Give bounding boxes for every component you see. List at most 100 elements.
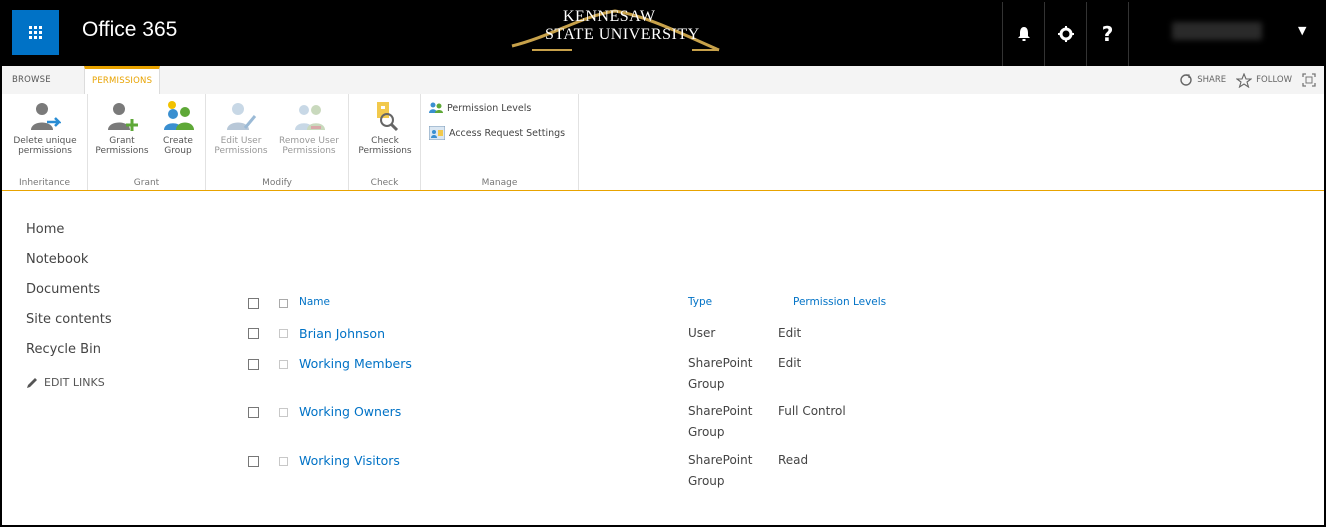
table-row: Brian Johnson User Edit — [248, 322, 948, 352]
permission-level: Edit — [778, 326, 802, 340]
row-checkbox[interactable] — [248, 359, 259, 370]
ribbon-group-inheritance: Delete unique permissions Inheritance — [2, 94, 88, 190]
permission-level: Edit — [778, 356, 802, 370]
table-row: Working Owners SharePoint Group Full Con… — [248, 400, 948, 448]
logo-line-1: KENNESAW — [563, 8, 656, 25]
ribbon-group-grant: Grant Permissions Create Group Grant — [88, 94, 206, 190]
edit-label-1: Edit User — [220, 136, 262, 146]
grant-label-2: Permissions — [95, 146, 149, 156]
pencil-icon — [27, 377, 37, 388]
nav-item-recycle-bin[interactable]: Recycle Bin — [26, 342, 112, 372]
access-request-label: Access Request Settings — [449, 127, 566, 139]
share-icon — [1180, 74, 1192, 86]
bell-icon — [1017, 27, 1030, 41]
delete-unique-label-2: permissions — [18, 146, 72, 156]
row-select-box[interactable] — [279, 408, 288, 417]
create-group-icon — [162, 100, 194, 134]
row-checkbox[interactable] — [248, 328, 259, 339]
edit-links-label: EDIT LINKS — [44, 376, 105, 389]
remove-label-1: Remove User — [279, 136, 339, 146]
principal-name-link[interactable]: Working Owners — [299, 404, 401, 419]
group-label-grant: Grant — [133, 178, 160, 188]
permission-level: Read — [778, 453, 809, 467]
ribbon-group-manage: Permission Levels Access Request Setting… — [421, 94, 579, 190]
permission-level: Full Control — [778, 404, 846, 418]
access-request-settings-button[interactable]: Access Request Settings — [429, 126, 565, 140]
principal-type: SharePoint Group — [688, 453, 753, 488]
group-label-inheritance: Inheritance — [18, 178, 71, 188]
principal-type: User — [688, 326, 716, 340]
delete-unique-label-1: Delete unique — [13, 136, 77, 146]
notifications-button[interactable] — [1002, 2, 1044, 66]
nav-item-documents[interactable]: Documents — [26, 282, 112, 312]
create-label-1: Create — [163, 136, 193, 146]
grant-permissions-icon — [106, 100, 138, 134]
nav-item-notebook[interactable]: Notebook — [26, 252, 112, 282]
check-label-2: Permissions — [358, 146, 412, 156]
header-icon-checkbox[interactable] — [279, 299, 288, 308]
table-header-row: Name Type Permission Levels — [248, 296, 948, 316]
permission-levels-button[interactable]: Permission Levels — [429, 102, 531, 114]
table-row: Working Visitors SharePoint Group Read — [248, 449, 948, 497]
tab-browse[interactable]: BROWSE — [12, 66, 51, 94]
brand-title[interactable]: Office 365 — [82, 18, 177, 42]
column-header-name[interactable]: Name — [299, 296, 330, 308]
grant-label-1: Grant — [109, 136, 135, 146]
row-checkbox[interactable] — [248, 456, 259, 467]
edit-user-permissions-button[interactable]: Edit User Permissions — [210, 100, 272, 156]
help-icon: ? — [1101, 22, 1114, 46]
chevron-down-icon[interactable]: ▼ — [1298, 24, 1306, 37]
page-actions: SHARE FOLLOW — [1179, 66, 1316, 94]
table-row: Working Members SharePoint Group Edit — [248, 350, 948, 398]
delete-unique-permissions-button[interactable]: Delete unique permissions — [2, 100, 88, 156]
university-logo[interactable]: KENNESAW STATE UNIVERSITY — [507, 6, 727, 54]
share-button[interactable]: SHARE — [1179, 73, 1226, 87]
logo-line-2: STATE UNIVERSITY — [545, 26, 700, 43]
tab-permissions[interactable]: PERMISSIONS — [84, 66, 161, 95]
share-label: SHARE — [1197, 75, 1227, 85]
create-label-2: Group — [164, 146, 192, 156]
group-label-modify: Modify — [262, 178, 292, 188]
nav-item-site-contents[interactable]: Site contents — [26, 312, 112, 342]
quick-launch-nav: Home Notebook Documents Site contents Re… — [26, 222, 112, 389]
row-select-box[interactable] — [279, 329, 288, 338]
focus-button[interactable] — [1302, 73, 1316, 87]
app-launcher-button[interactable] — [12, 10, 59, 55]
permission-levels-label: Permission Levels — [447, 102, 532, 114]
user-name-obscured — [1172, 22, 1262, 40]
row-select-box[interactable] — [279, 360, 288, 369]
nav-item-home[interactable]: Home — [26, 222, 112, 252]
settings-button[interactable] — [1044, 2, 1086, 66]
permission-levels-icon — [429, 102, 443, 113]
principal-name-link[interactable]: Brian Johnson — [299, 326, 385, 341]
ribbon-group-check: Check Permissions Check — [349, 94, 421, 190]
check-label-1: Check — [371, 136, 399, 146]
remove-label-2: Permissions — [282, 146, 336, 156]
edit-links-button[interactable]: EDIT LINKS — [26, 376, 112, 389]
group-label-manage: Manage — [481, 178, 518, 188]
edit-user-permissions-icon — [225, 100, 257, 134]
check-permissions-button[interactable]: Check Permissions — [349, 100, 421, 156]
access-request-icon — [429, 126, 445, 140]
check-permissions-icon — [369, 100, 401, 134]
principal-name-link[interactable]: Working Visitors — [299, 453, 400, 468]
row-select-box[interactable] — [279, 457, 288, 466]
create-group-button[interactable]: Create Group — [152, 100, 204, 156]
remove-user-permissions-button[interactable]: Remove User Permissions — [272, 100, 346, 156]
column-header-type[interactable]: Type — [688, 296, 712, 308]
principal-name-link[interactable]: Working Members — [299, 356, 412, 371]
help-button[interactable]: ? — [1086, 2, 1128, 66]
column-header-permission-levels[interactable]: Permission Levels — [793, 296, 886, 308]
select-all-checkbox[interactable] — [248, 298, 259, 309]
remove-user-permissions-icon — [293, 100, 325, 134]
row-checkbox[interactable] — [248, 407, 259, 418]
grant-permissions-button[interactable]: Grant Permissions — [92, 100, 152, 156]
follow-label: FOLLOW — [1256, 75, 1292, 85]
principal-type: SharePoint Group — [688, 404, 753, 439]
group-label-check: Check — [370, 178, 399, 188]
ribbon-group-modify: Edit User Permissions Remove User Permis… — [206, 94, 349, 190]
gear-icon — [1057, 26, 1074, 42]
follow-button[interactable]: FOLLOW — [1236, 72, 1292, 88]
star-icon — [1236, 72, 1253, 88]
waffle-icon — [29, 26, 42, 39]
